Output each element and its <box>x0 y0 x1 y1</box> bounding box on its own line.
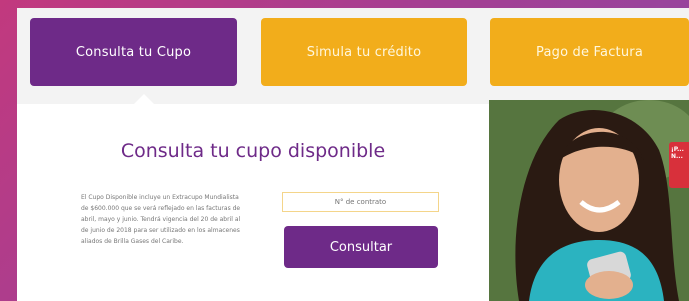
main-frame: Consulta tu Cupo Simula tu crédito Pago … <box>17 8 689 301</box>
consultar-button-label: Consultar <box>329 239 393 255</box>
tab-pago-factura[interactable]: Pago de Factura <box>490 18 689 86</box>
contract-number-input[interactable] <box>282 192 439 212</box>
consulta-panel: Consulta tu cupo disponible El Cupo Disp… <box>17 104 489 301</box>
active-tab-pointer <box>134 94 154 104</box>
tab-label: Simula tu crédito <box>306 44 422 60</box>
tab-simula-credito[interactable]: Simula tu crédito <box>261 18 467 86</box>
panel-title: Consulta tu cupo disponible <box>120 140 386 162</box>
tab-consulta-cupo[interactable]: Consulta tu Cupo <box>30 18 237 86</box>
woman-with-phone-illustration <box>489 100 689 301</box>
consultar-button[interactable]: Consultar <box>284 226 438 268</box>
cupo-description: El Cupo Disponible incluye un Extracupo … <box>81 194 241 245</box>
promo-ribbon[interactable]: ¡P... N... <box>669 142 689 188</box>
tab-label: Consulta tu Cupo <box>75 44 192 60</box>
tab-label: Pago de Factura <box>536 44 643 60</box>
promo-image: ¡P... N... <box>489 100 689 301</box>
